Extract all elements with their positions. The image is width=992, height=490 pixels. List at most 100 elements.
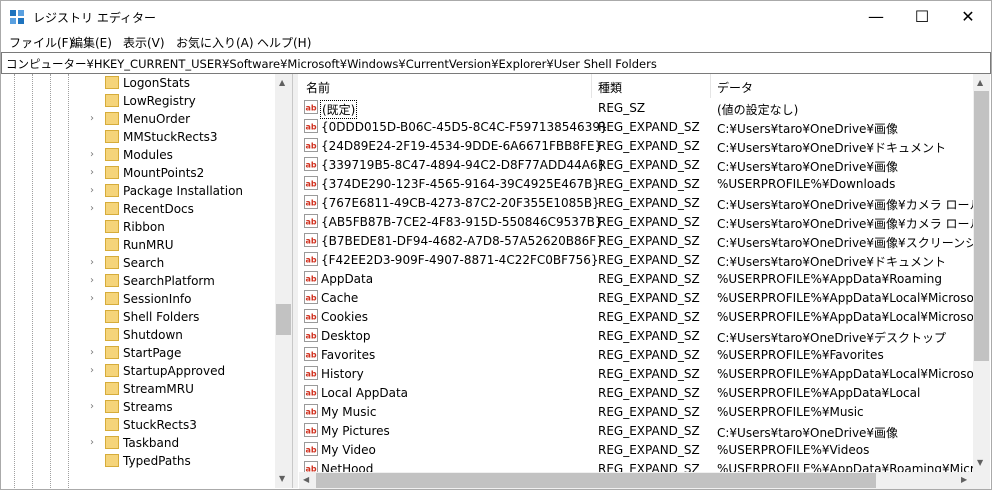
tree-item[interactable]: TypedPaths <box>2 452 277 470</box>
scroll-down-icon[interactable]: ▼ <box>279 474 285 483</box>
scroll-right-icon[interactable]: ▶ <box>961 475 967 484</box>
list-horizontal-scrollbar[interactable]: ◀ ▶ <box>299 472 973 489</box>
tree-item[interactable]: › Streams <box>2 398 277 416</box>
value-name: My Pictures <box>321 424 390 438</box>
menu-file[interactable]: ファイル(F) <box>9 34 73 51</box>
tree-item[interactable]: Ribbon <box>2 218 277 236</box>
scroll-left-icon[interactable]: ◀ <box>303 475 309 484</box>
expand-chevron-icon[interactable]: › <box>90 113 94 124</box>
tree-item[interactable]: › Search <box>2 254 277 272</box>
tree-item[interactable]: › MenuOrder <box>2 110 277 128</box>
tree-item[interactable]: › RecentDocs <box>2 200 277 218</box>
expand-chevron-icon[interactable]: › <box>90 365 94 376</box>
value-row[interactable]: ab History REG_EXPAND_SZ %USERPROFILE%¥AppD… <box>299 364 973 383</box>
tree-item[interactable]: MMStuckRects3 <box>2 128 277 146</box>
value-row[interactable]: ab {B7BEDE81-DF94-4682-A7D8-57A52620B86F}… <box>299 231 973 250</box>
value-row[interactable]: ab Desktop REG_EXPAND_SZ C:¥Users¥taro¥OneD… <box>299 326 973 345</box>
tree-item[interactable]: › StartPage <box>2 344 277 362</box>
menu-help[interactable]: ヘルプ(H) <box>257 34 311 51</box>
tree-item-label: LowRegistry <box>123 94 196 108</box>
expand-chevron-icon[interactable]: › <box>90 149 94 160</box>
tree-item[interactable]: StreamMRU <box>2 380 277 398</box>
folder-icon <box>105 454 119 467</box>
tree-vertical-scrollbar[interactable]: ▲ ▼ <box>275 74 292 488</box>
expand-chevron-icon[interactable]: › <box>90 401 94 412</box>
value-row[interactable]: ab My Music REG_EXPAND_SZ %USERPROFILE%¥Mus… <box>299 402 973 421</box>
pane-splitter[interactable] <box>293 74 298 488</box>
close-button[interactable]: ✕ <box>945 1 991 32</box>
value-row[interactable]: ab {24D89E24-2F19-4534-9DDE-6A6671FBB8FE}… <box>299 136 973 155</box>
column-name-header[interactable]: 名前 <box>306 79 330 96</box>
value-row[interactable]: ab My Pictures REG_EXPAND_SZ C:¥Users¥taro¥… <box>299 421 973 440</box>
column-type-header[interactable]: 種類 <box>598 79 622 96</box>
tree-item[interactable]: › Taskband <box>2 434 277 452</box>
tree-item[interactable]: LowRegistry <box>2 92 277 110</box>
value-row[interactable]: ab Local AppData REG_EXPAND_SZ %USERPROFILE… <box>299 383 973 402</box>
column-data-header[interactable]: データ <box>717 79 753 96</box>
minimize-icon: — <box>868 7 884 26</box>
expand-chevron-icon[interactable]: › <box>90 257 94 268</box>
key-tree[interactable]: LogonStats LowRegistry › MenuOrder MMStuckRe… <box>2 74 293 488</box>
svg-text:ab: ab <box>306 446 317 455</box>
expand-chevron-icon[interactable]: › <box>90 203 94 214</box>
tree-item[interactable]: › StartupApproved <box>2 362 277 380</box>
value-name: {AB5FB87B-7CE2-4F83-915D-550846C9537B} <box>321 215 603 229</box>
tree-item[interactable]: LogonStats <box>2 74 277 92</box>
minimize-button[interactable]: — <box>853 1 899 32</box>
value-row[interactable]: ab (既定) REG_SZ (値の設定なし) <box>299 98 973 119</box>
list-vertical-scrollbar[interactable]: ▲ ▼ <box>973 74 990 472</box>
value-name: My Video <box>321 443 376 457</box>
value-row[interactable]: ab Cache REG_EXPAND_SZ %USERPROFILE%¥AppDat… <box>299 288 973 307</box>
list-scroll-thumb[interactable] <box>974 91 989 361</box>
expand-chevron-icon[interactable]: › <box>90 167 94 178</box>
value-row[interactable]: ab Favorites REG_EXPAND_SZ %USERPROFILE%¥Fa… <box>299 345 973 364</box>
string-value-icon: ab <box>304 328 318 342</box>
value-row[interactable]: ab NetHood REG_EXPAND_SZ %USERPROFILE%¥AppD… <box>299 459 973 472</box>
value-type: REG_EXPAND_SZ <box>598 348 700 362</box>
expand-chevron-icon[interactable]: › <box>90 347 94 358</box>
tree-item[interactable]: › Package Installation <box>2 182 277 200</box>
tree-item[interactable]: Shell Folders <box>2 308 277 326</box>
maximize-button[interactable]: ☐ <box>899 1 945 32</box>
expand-chevron-icon[interactable]: › <box>90 437 94 448</box>
value-row[interactable]: ab {339719B5-8C47-4894-94C2-D8F77ADD44A6}… <box>299 155 973 174</box>
string-value-icon: ab <box>304 271 318 285</box>
value-row[interactable]: ab My Video REG_EXPAND_SZ %USERPROFILE%¥Vid… <box>299 440 973 459</box>
value-type: REG_EXPAND_SZ <box>598 234 700 248</box>
value-row[interactable]: ab AppData REG_EXPAND_SZ %USERPROFILE%¥AppD… <box>299 269 973 288</box>
value-list[interactable]: 名前 種類 データ ab (既定) REG_SZ (値の設定なし) ab {0DDD015… <box>299 74 973 472</box>
tree-item[interactable]: › MountPoints2 <box>2 164 277 182</box>
address-bar[interactable]: コンピューター¥HKEY_CURRENT_USER¥Software¥Micro… <box>1 52 991 74</box>
tree-item[interactable]: › SessionInfo <box>2 290 277 308</box>
tree-item[interactable]: › SearchPlatform <box>2 272 277 290</box>
column-divider[interactable] <box>710 74 711 98</box>
value-row[interactable]: ab {AB5FB87B-7CE2-4F83-915D-550846C9537B}… <box>299 212 973 231</box>
menu-edit[interactable]: 編集(E) <box>71 34 112 51</box>
expand-chevron-icon[interactable]: › <box>90 293 94 304</box>
folder-icon <box>105 184 119 197</box>
tree-item-label: Shutdown <box>123 328 183 342</box>
list-hscroll-thumb[interactable] <box>316 473 876 488</box>
value-row[interactable]: ab {767E6811-49CB-4273-87C2-20F355E1085B}… <box>299 193 973 212</box>
expand-chevron-icon[interactable]: › <box>90 185 94 196</box>
menu-favorites[interactable]: お気に入り(A) <box>176 34 254 51</box>
tree-item[interactable]: RunMRU <box>2 236 277 254</box>
value-row[interactable]: ab {0DDD015D-B06C-45D5-8C4C-F59713854639}… <box>299 117 973 136</box>
scroll-up-icon[interactable]: ▲ <box>977 78 983 87</box>
value-row[interactable]: ab {374DE290-123F-4565-9164-39C4925E467B}… <box>299 174 973 193</box>
column-divider[interactable] <box>591 74 592 98</box>
value-row[interactable]: ab {F42EE2D3-909F-4907-8871-4C22FC0BF756}… <box>299 250 973 269</box>
value-type: REG_EXPAND_SZ <box>598 253 700 267</box>
tree-item-label: Modules <box>123 148 173 162</box>
title-bar[interactable]: レジストリ エディター — ☐ ✕ <box>1 1 991 32</box>
tree-item[interactable]: Shutdown <box>2 326 277 344</box>
value-row[interactable]: ab Cookies REG_EXPAND_SZ %USERPROFILE%¥AppD… <box>299 307 973 326</box>
tree-item[interactable]: StuckRects3 <box>2 416 277 434</box>
tree-scroll-thumb[interactable] <box>276 304 291 335</box>
tree-item-label: StreamMRU <box>123 382 194 396</box>
expand-chevron-icon[interactable]: › <box>90 275 94 286</box>
tree-item[interactable]: › Modules <box>2 146 277 164</box>
menu-view[interactable]: 表示(V) <box>123 34 165 51</box>
scroll-up-icon[interactable]: ▲ <box>279 78 285 87</box>
scroll-down-icon[interactable]: ▼ <box>977 458 983 467</box>
